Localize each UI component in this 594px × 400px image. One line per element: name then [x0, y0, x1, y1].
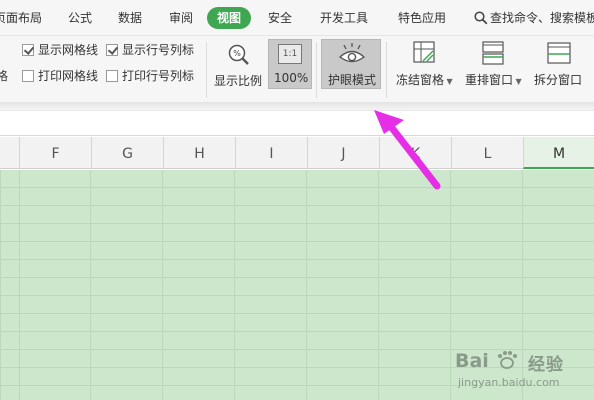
eye-icon [338, 43, 366, 63]
menu-developer-tools[interactable]: 开发工具 [320, 7, 368, 29]
checkbox-show-gridlines[interactable]: 显示网格线 [22, 42, 108, 58]
column-header-k[interactable]: K [379, 137, 451, 169]
zoom-100-button[interactable]: 1:1 100% [268, 39, 312, 89]
grid-line [19, 170, 20, 400]
menu-view[interactable]: 视图 [207, 7, 252, 29]
baidu-paw-logo: Bai [455, 350, 517, 372]
ribbon-divider [206, 42, 207, 98]
eye-protection-mode-button[interactable]: 护眼模式 [321, 39, 381, 89]
column-header-bar: F G H I J K L M [0, 137, 594, 169]
zoom-button[interactable]: % 显示比例 [210, 40, 266, 96]
arrange-windows-label: 重排窗口 ▼ [465, 73, 522, 87]
menu-formulas[interactable]: 公式 [68, 7, 92, 29]
zoom-magnifier-icon: % [228, 44, 249, 65]
arrange-windows-button[interactable]: 重排窗口 ▼ [462, 40, 526, 92]
ribbon-divider [386, 42, 387, 98]
arrange-windows-icon [482, 41, 504, 65]
freeze-panes-button[interactable]: 冻结窗格 ▼ [391, 40, 457, 92]
watermark-brand-suffix: 经验 [528, 355, 564, 375]
checkbox-box[interactable] [22, 44, 34, 56]
search-label: 查找命令、搜索模板 [490, 11, 594, 25]
chevron-down-icon: ▼ [513, 77, 522, 86]
split-window-button[interactable]: 拆分窗口 [530, 40, 594, 92]
column-header-i[interactable]: I [235, 137, 307, 169]
menu-bar: 页面布局 公式 数据 审阅 视图 安全 开发工具 特色应用 查找命令、搜索模板 [0, 0, 594, 36]
menu-page-layout[interactable]: 页面布局 [0, 7, 42, 29]
freeze-panes-icon [413, 41, 435, 63]
checkbox-print-gridlines[interactable]: 打印网格线 [22, 68, 108, 84]
checkbox-label: 打印行号列标 [122, 69, 195, 83]
watermark-url: jingyan.baidu.com [458, 376, 560, 389]
column-header-l[interactable]: L [451, 137, 523, 169]
checkbox-box[interactable] [106, 44, 118, 56]
split-window-label: 拆分窗口 [534, 73, 583, 87]
zoom-label: 显示比例 [214, 74, 263, 88]
ribbon-divider [316, 42, 317, 98]
column-header-m[interactable]: M [523, 137, 594, 169]
chevron-down-icon: ▼ [444, 77, 453, 86]
checkbox-box[interactable] [106, 70, 118, 82]
menu-security[interactable]: 安全 [268, 7, 292, 29]
column-header-h[interactable]: H [163, 137, 235, 169]
svg-text:%: % [233, 49, 241, 58]
split-window-icon [547, 42, 571, 64]
eye-protection-mode-label: 护眼模式 [328, 73, 377, 87]
checkbox-box[interactable] [22, 70, 34, 82]
column-header-f[interactable]: F [19, 137, 91, 169]
freeze-panes-label: 冻结窗格 ▼ [396, 73, 453, 87]
checkbox-label: 显示网格线 [38, 43, 99, 57]
checkbox-label: 显示行号列标 [122, 43, 195, 57]
checkbox-show-headings[interactable]: 显示行号列标 [106, 42, 202, 58]
svg-text:Bai: Bai [455, 350, 489, 372]
column-header-g[interactable]: G [91, 137, 163, 169]
ribbon-edge-text: 格 [0, 69, 9, 83]
actual-size-icon: 1:1 [278, 44, 302, 64]
ribbon-bottom-edge [0, 102, 594, 110]
checkbox-print-headings[interactable]: 打印行号列标 [106, 68, 202, 84]
menu-special-apps[interactable]: 特色应用 [398, 7, 446, 29]
zoom-100-label: 100% [274, 71, 309, 85]
search-icon [474, 11, 488, 25]
column-header-j[interactable]: J [307, 137, 379, 169]
checkbox-label: 打印网格线 [38, 69, 99, 83]
menu-review[interactable]: 审阅 [169, 7, 193, 29]
formula-bar[interactable] [0, 110, 594, 136]
menu-data[interactable]: 数据 [118, 7, 142, 29]
